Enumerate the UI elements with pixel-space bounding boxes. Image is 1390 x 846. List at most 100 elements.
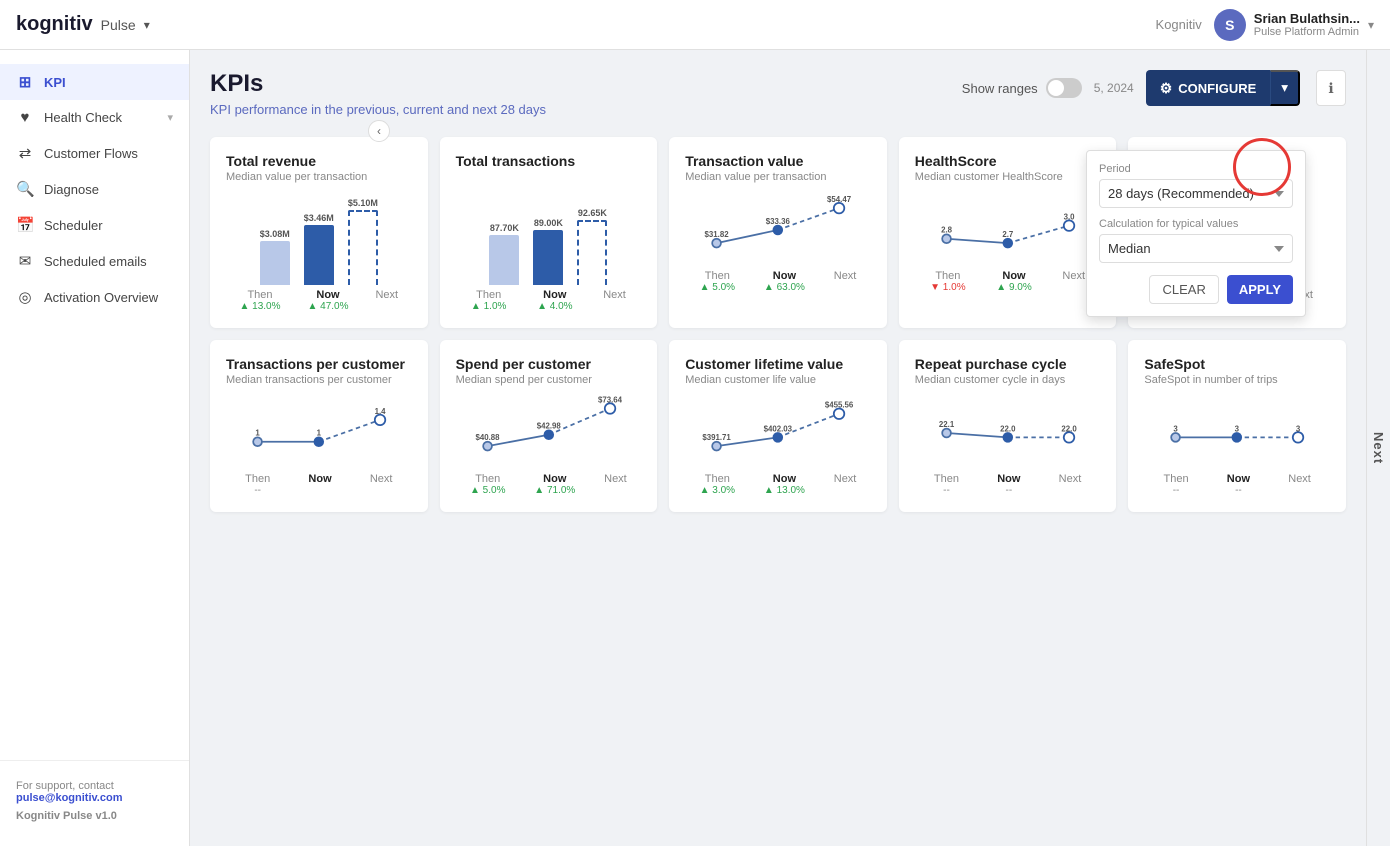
- show-ranges-label: Show ranges: [962, 81, 1038, 96]
- support-email[interactable]: pulse@kognitiv.com: [16, 792, 173, 804]
- bar-next: [348, 210, 378, 285]
- user-chevron-icon[interactable]: ▾: [1368, 18, 1374, 32]
- kpi-card-total-revenue: Total revenue Median value per transacti…: [210, 137, 428, 328]
- show-ranges-toggle[interactable]: [1046, 78, 1082, 98]
- svg-text:1: 1: [255, 429, 260, 438]
- sidebar-item-diagnose[interactable]: 🔍 Diagnose: [0, 171, 189, 207]
- sidebar-item-label: Scheduler: [44, 218, 173, 233]
- svg-text:22.0: 22.0: [1000, 424, 1016, 433]
- kpi-card-repeat-purchase-cycle: Repeat purchase cycle Median customer cy…: [899, 340, 1117, 512]
- support-label: For support, contact: [16, 780, 114, 792]
- kpi-card-spend-per-customer: Spend per customer Median spend per cust…: [440, 340, 658, 512]
- user-info: Srian Bulathsin... Pulse Platform Admin: [1254, 11, 1360, 38]
- bar-value: $3.46M: [304, 213, 334, 223]
- sidebar-item-scheduled-emails[interactable]: ✉ Scheduled emails: [0, 243, 189, 279]
- kpi-subtitle: Median customer life value: [685, 374, 871, 386]
- configure-dropdown-button[interactable]: ▾: [1270, 70, 1300, 106]
- activation-icon: ◎: [16, 288, 34, 306]
- user-name: Srian Bulathsin...: [1254, 11, 1360, 26]
- kpi-title: Customer lifetime value: [685, 356, 871, 372]
- main-content: KPIs KPI performance in the previous, cu…: [190, 50, 1366, 846]
- grid-icon: ⊞: [16, 73, 34, 91]
- page-title: KPIs: [210, 70, 546, 98]
- bar-group-then: $3.08M: [260, 229, 290, 285]
- next-button[interactable]: Next: [1366, 50, 1390, 846]
- page-title-area: KPIs KPI performance in the previous, cu…: [210, 70, 546, 117]
- svg-text:$31.82: $31.82: [705, 230, 730, 239]
- label-then: Then ▲ 13.0%: [239, 289, 280, 312]
- sidebar-item-customer-flows[interactable]: ⇄ Customer Flows: [0, 135, 189, 171]
- svg-text:$391.71: $391.71: [703, 433, 732, 442]
- sidebar-item-label: KPI: [44, 75, 173, 90]
- svg-text:$54.47: $54.47: [827, 195, 852, 204]
- kpi-subtitle: Median value per transaction: [226, 171, 412, 183]
- info-button[interactable]: ℹ: [1316, 70, 1346, 106]
- sidebar-item-label: Scheduled emails: [44, 254, 173, 269]
- date-label: 5, 2024: [1094, 81, 1134, 95]
- kpi-subtitle: SafeSpot in number of trips: [1144, 374, 1330, 386]
- calc-select[interactable]: Median: [1099, 234, 1293, 263]
- bar-group-next: $5.10M: [348, 198, 378, 285]
- sidebar-item-label: Diagnose: [44, 182, 173, 197]
- svg-text:3.0: 3.0: [1063, 213, 1075, 222]
- label-now: Now ▲ 47.0%: [307, 289, 348, 312]
- user-badge[interactable]: S Srian Bulathsin... Pulse Platform Admi…: [1214, 9, 1374, 41]
- svg-text:1: 1: [317, 429, 322, 438]
- svg-text:22.1: 22.1: [939, 420, 955, 429]
- gear-icon: ⚙: [1160, 80, 1173, 97]
- flows-icon: ⇄: [16, 144, 34, 162]
- line-chart: 1 1 1.4: [226, 398, 412, 468]
- kpi-title: Spend per customer: [456, 356, 642, 372]
- kpi-card-total-transactions: Total transactions 87.70K 89.00K: [440, 137, 658, 328]
- kpi-title: Total transactions: [456, 153, 642, 169]
- sidebar-nav: ⊞ KPI ♥ Health Check ▾ ⇄ Customer Flows …: [0, 58, 189, 321]
- sidebar-footer: For support, contact pulse@kognitiv.com …: [0, 760, 189, 838]
- email-icon: ✉: [16, 252, 34, 270]
- header-right: Show ranges 5, 2024 ⚙ CONFIGURE ▾: [962, 70, 1346, 106]
- line-chart: $391.71 $402.03 $455.56: [685, 398, 871, 468]
- info-icon: ℹ: [1328, 80, 1333, 97]
- sidebar-item-scheduler[interactable]: 📅 Scheduler: [0, 207, 189, 243]
- kpi-title: HealthScore: [915, 153, 1101, 169]
- calendar-icon: 📅: [16, 216, 34, 234]
- sidebar-item-activation-overview[interactable]: ◎ Activation Overview: [0, 279, 189, 315]
- calc-label: Calculation for typical values: [1099, 218, 1293, 230]
- page-header: KPIs KPI performance in the previous, cu…: [210, 70, 1346, 117]
- sidebar: ⊞ KPI ♥ Health Check ▾ ⇄ Customer Flows …: [0, 50, 190, 846]
- sidebar-item-health-check[interactable]: ♥ Health Check ▾: [0, 100, 189, 135]
- line-chart: 3 3 3: [1144, 398, 1330, 468]
- svg-text:$402.03: $402.03: [764, 424, 793, 433]
- product-chevron-icon[interactable]: ▾: [144, 18, 150, 32]
- svg-text:22.0: 22.0: [1061, 424, 1077, 433]
- sidebar-collapse-button[interactable]: ‹: [368, 120, 390, 142]
- logo-text: kognitiv: [16, 13, 93, 36]
- bar-then: [260, 241, 290, 285]
- next-label: Next: [1371, 432, 1386, 464]
- product-label: Pulse: [101, 17, 136, 33]
- configure-button[interactable]: ⚙ CONFIGURE: [1146, 70, 1271, 106]
- svg-text:2.8: 2.8: [941, 226, 953, 235]
- configure-panel: Period 28 days (Recommended) Calculation…: [1086, 150, 1306, 317]
- label-next: Next: [375, 289, 398, 312]
- period-label: Period: [1099, 163, 1293, 175]
- kpi-title: Repeat purchase cycle: [915, 356, 1101, 372]
- kpi-title: SafeSpot: [1144, 356, 1330, 372]
- apply-button[interactable]: APPLY: [1227, 275, 1293, 304]
- svg-text:$455.56: $455.56: [825, 401, 854, 410]
- logo-area: kognitiv Pulse ▾: [16, 13, 150, 36]
- sidebar-item-label: Customer Flows: [44, 146, 173, 161]
- period-select[interactable]: 28 days (Recommended): [1099, 179, 1293, 208]
- clear-button[interactable]: CLEAR: [1149, 275, 1218, 304]
- bar-now: [304, 225, 334, 285]
- kpi-title: Transaction value: [685, 153, 871, 169]
- page-subtitle: KPI performance in the previous, current…: [210, 102, 546, 117]
- svg-text:2.7: 2.7: [1002, 230, 1014, 239]
- kpi-subtitle: [456, 171, 642, 183]
- heart-icon: ♥: [16, 109, 34, 126]
- configure-group: ⚙ CONFIGURE ▾: [1146, 70, 1300, 106]
- sidebar-item-kpi[interactable]: ⊞ KPI: [0, 64, 189, 100]
- svg-text:3: 3: [1235, 424, 1240, 433]
- svg-text:$42.98: $42.98: [536, 422, 561, 431]
- sidebar-item-label: Health Check: [44, 110, 157, 125]
- bar-value: $3.08M: [260, 229, 290, 239]
